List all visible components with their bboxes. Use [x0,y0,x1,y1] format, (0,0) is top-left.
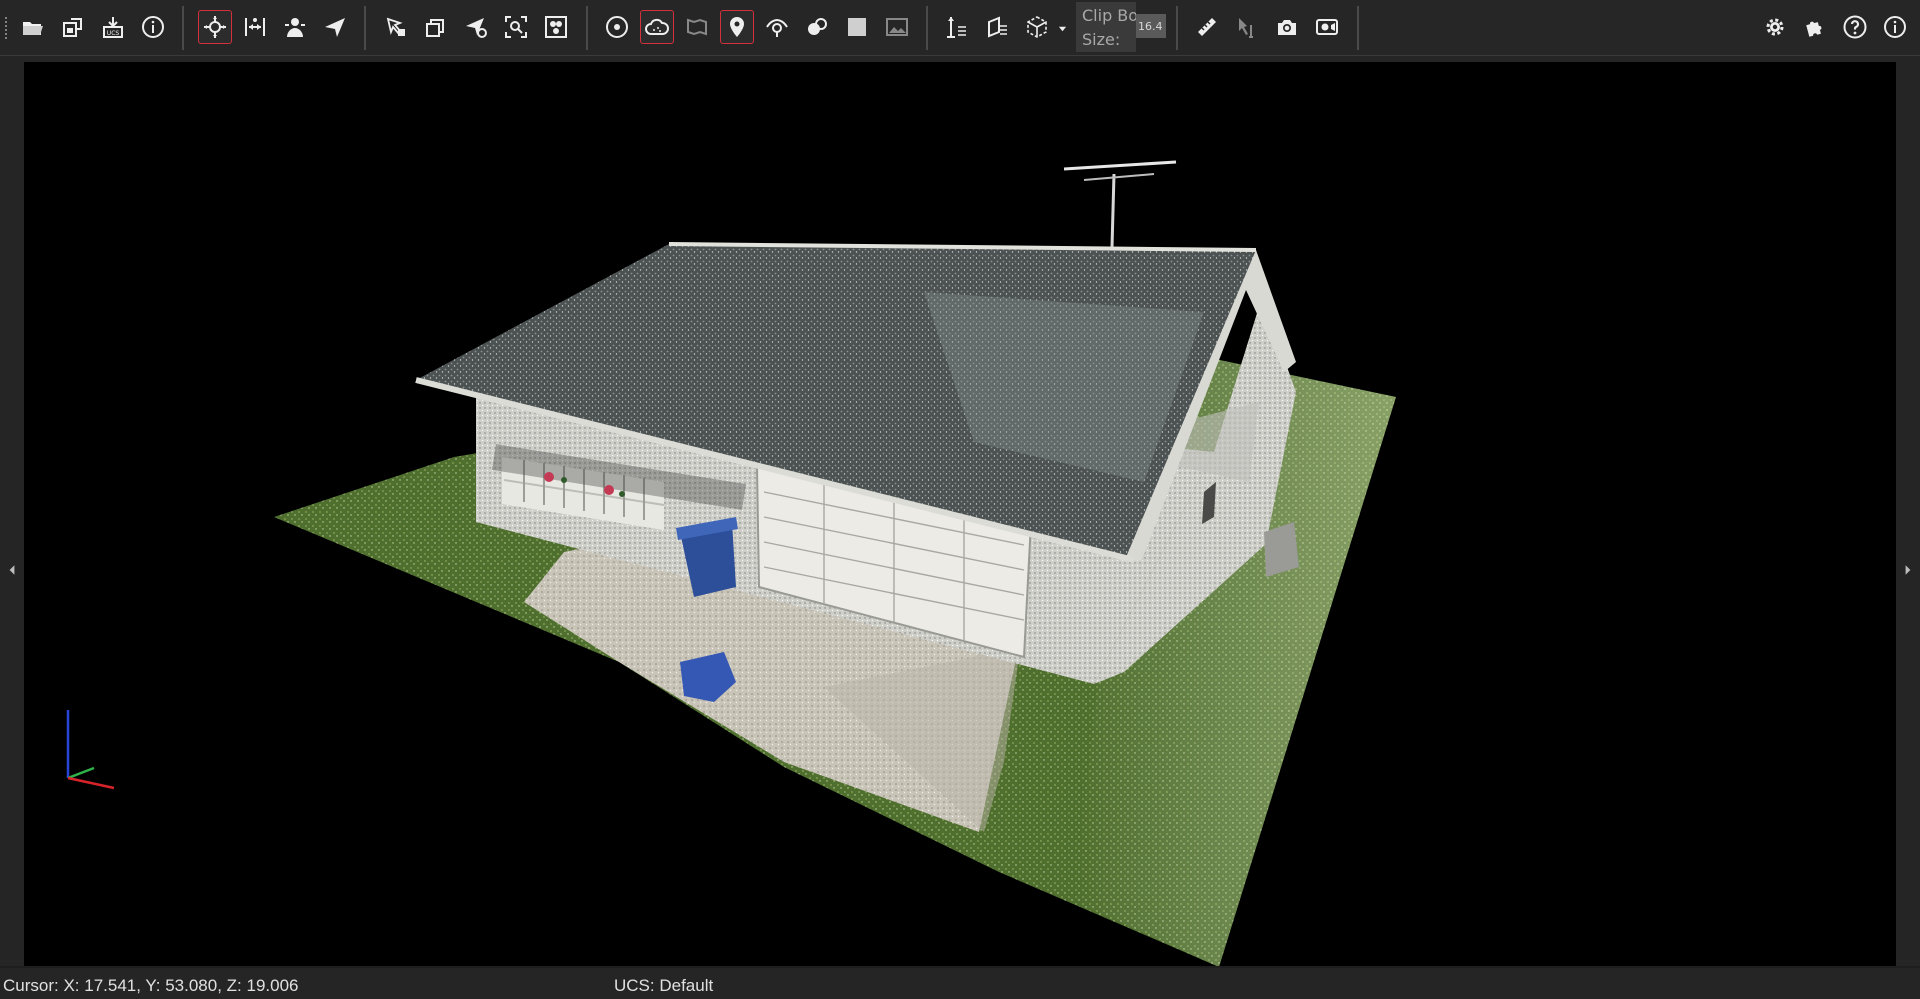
chevron-right-icon [1905,565,1911,575]
walk-navigation-button[interactable] [278,10,312,44]
point-size-button[interactable] [600,10,634,44]
zoom-extents-icon [505,16,527,38]
camera-snapshot-button[interactable] [1270,10,1304,44]
clip-box-size-label: Clip Bo Size: [1076,2,1136,52]
save-project-icon [63,18,82,37]
fly-to-button[interactable] [459,10,493,44]
chevron-down-icon [1058,26,1066,31]
help-button[interactable] [1838,10,1872,44]
axis-height-icon [947,17,966,38]
image-button[interactable] [880,10,914,44]
ucs-indicator: UCS: Default [614,976,714,995]
point-size-icon [606,16,628,38]
panorama-icon [687,18,707,36]
point-cloud-icon [645,18,669,35]
orbit-navigation-icon [204,16,226,38]
measure-pointer-icon [1239,18,1253,38]
x-axis-line [67,776,115,790]
video-camera-button[interactable] [1310,10,1344,44]
3d-viewport[interactable] [24,62,1896,966]
visibility-icon [766,18,788,37]
fly-navigation-icon [325,18,345,37]
orbit-navigation-button[interactable] [198,10,232,44]
axis-gizmo [66,710,115,790]
video-camera-icon [1316,19,1338,35]
overview-button[interactable] [539,10,573,44]
measure-pointer-button[interactable] [1230,10,1264,44]
walk-navigation-icon [285,18,305,37]
location-pin-icon [730,17,744,37]
chevron-left-icon [9,565,15,575]
toolbar-separator [926,6,928,50]
info-icon [142,16,164,38]
view-layers-icon [426,19,444,37]
visibility-button[interactable] [760,10,794,44]
background-icon [848,18,866,36]
point-cloud-scene[interactable] [24,62,1896,966]
toolbar-separator [182,6,184,50]
import-ucs-button[interactable]: UCS [96,10,130,44]
open-project-button[interactable] [16,10,50,44]
fly-to-icon [466,18,487,38]
view-selection-button[interactable] [379,10,413,44]
axis-height-button[interactable] [940,10,974,44]
fly-navigation-button[interactable] [318,10,352,44]
point-cloud-button[interactable] [640,10,674,44]
ruler-icon [1198,18,1216,36]
image-icon [886,18,908,36]
save-project-button[interactable] [56,10,90,44]
plugin-puzzle-icon [1806,21,1822,37]
shading-icon [808,18,827,35]
toolbar-separator [586,6,588,50]
cursor-coordinates: Cursor: X: 17.541, Y: 53.080, Z: 19.006 [3,976,299,995]
svg-text:UCS: UCS [107,30,120,37]
y-axis-line [67,766,95,780]
help-icon [1843,15,1867,39]
status-bar: Cursor: X: 17.541, Y: 53.080, Z: 19.006 … [0,968,1920,999]
open-folder-icon [23,22,43,35]
import-ucs-icon: UCS [103,17,123,38]
location-pin-button[interactable] [720,10,754,44]
right-panel-toggle[interactable] [1900,556,1916,584]
clip-plane-button[interactable] [980,10,1014,44]
view-layers-button[interactable] [419,10,453,44]
plugins-button[interactable] [1798,10,1832,44]
about-info-icon [1884,16,1906,38]
clip-box-dropdown[interactable] [1056,16,1068,40]
toolbar-grip[interactable] [4,16,8,40]
left-panel-toggle[interactable] [4,556,20,584]
clip-box-icon [1027,16,1047,38]
shading-button[interactable] [800,10,834,44]
pan-navigation-button[interactable] [238,10,272,44]
toolbar-separator [1357,6,1359,50]
panorama-button[interactable] [680,10,714,44]
tv-antenna [1063,160,1177,248]
main-toolbar: UCS Clip Bo Size: 16.4 [0,0,1920,56]
ruler-button[interactable] [1190,10,1224,44]
zoom-extents-button[interactable] [499,10,533,44]
clip-box-label-line2: Size: [1082,30,1121,49]
overview-icon [545,16,567,38]
clip-box-button[interactable] [1020,10,1054,44]
settings-gear-icon [1766,18,1784,36]
toolbar-separator [364,6,366,50]
about-button[interactable] [1878,10,1912,44]
clip-box-label-line1: Clip Bo [1082,6,1136,25]
pan-navigation-icon [245,18,265,36]
settings-button[interactable] [1758,10,1792,44]
clip-box-size-input[interactable] [1136,14,1166,38]
camera-snapshot-icon [1278,20,1296,35]
clip-plane-icon [988,16,1007,38]
info-button[interactable] [136,10,170,44]
view-selection-icon [386,17,405,36]
background-button[interactable] [840,10,874,44]
toolbar-separator [1176,6,1178,50]
